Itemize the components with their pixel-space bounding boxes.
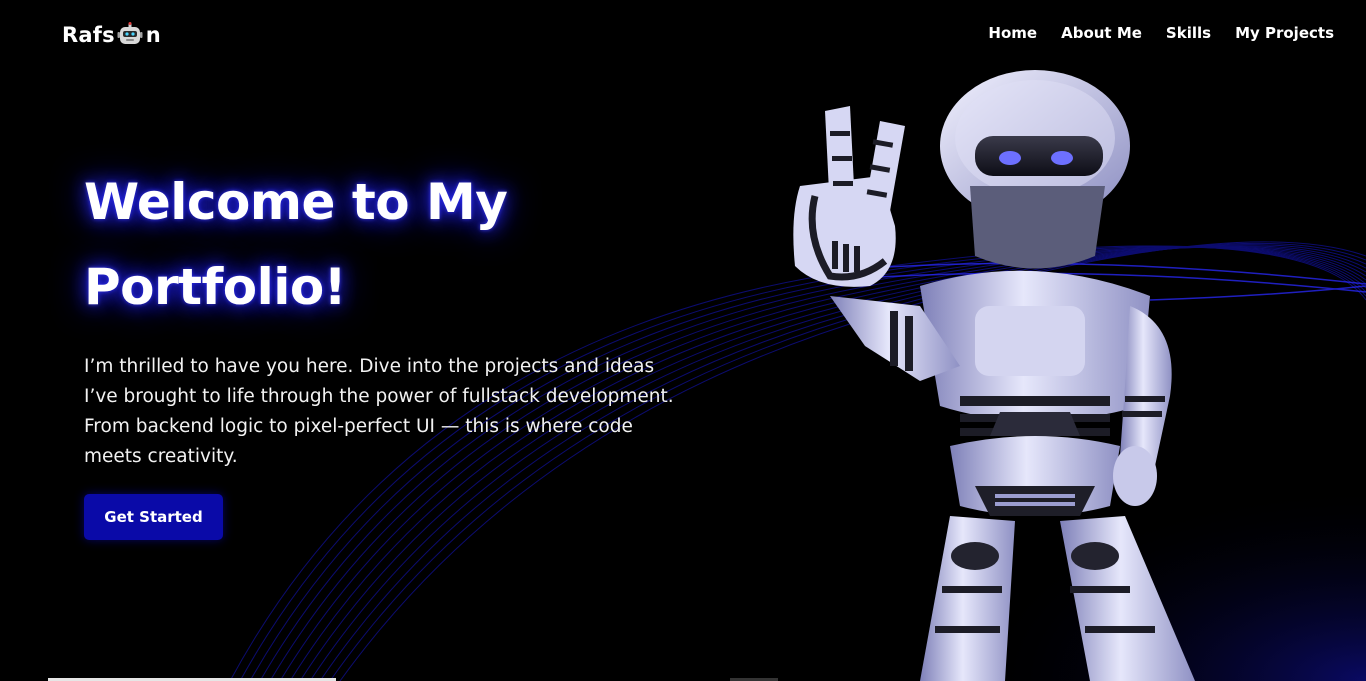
navbar: Rafs n Home About Me Skills My Projects — [0, 0, 1366, 72]
hero-title-line-1: Welcome to My — [84, 173, 508, 231]
hero-section: Welcome to My Portfolio! I’m thrilled to… — [84, 160, 704, 540]
brand-logo[interactable]: Rafs n — [62, 22, 161, 48]
nav-my-projects[interactable]: My Projects — [1235, 24, 1334, 42]
hero-description: I’m thrilled to have you here. Dive into… — [84, 356, 674, 467]
brand-suffix: n — [145, 23, 161, 47]
hero-title-line-2: Portfolio! — [84, 258, 347, 316]
brand-prefix: Rafs — [62, 23, 115, 47]
robot-head-icon — [117, 22, 143, 48]
get-started-button[interactable]: Get Started — [84, 494, 223, 540]
hero-title: Welcome to My Portfolio! — [84, 160, 704, 330]
nav-links: Home About Me Skills My Projects — [988, 24, 1334, 42]
nav-about-me[interactable]: About Me — [1061, 24, 1142, 42]
nav-home[interactable]: Home — [988, 24, 1037, 42]
nav-skills[interactable]: Skills — [1166, 24, 1211, 42]
robot-illustration — [793, 70, 1195, 681]
